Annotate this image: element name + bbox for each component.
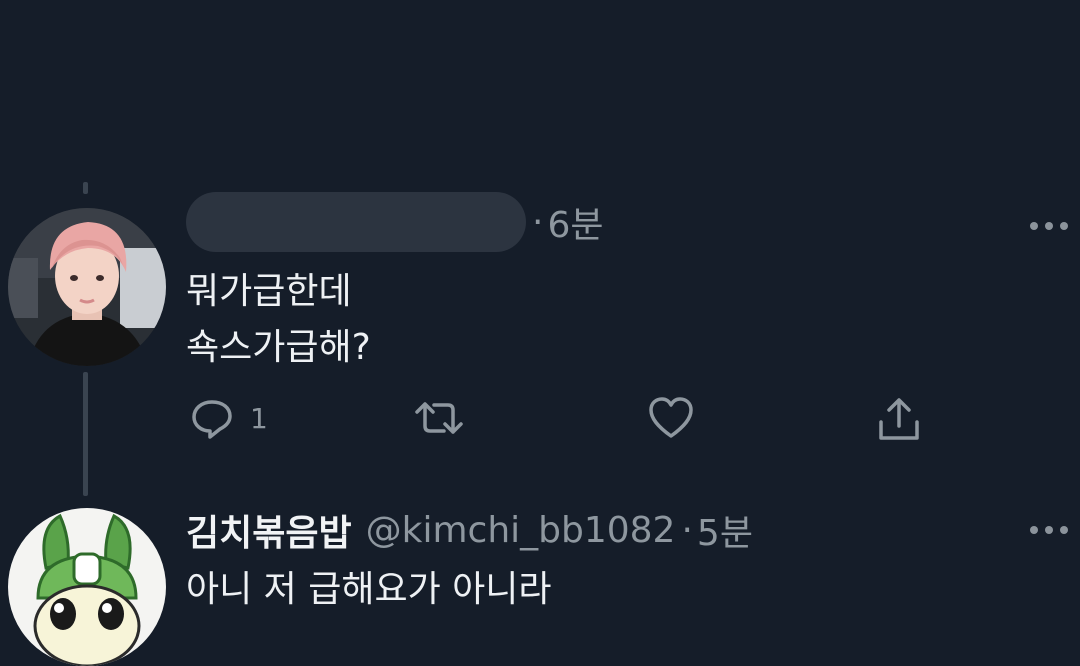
tweet-text-line: 쇽스가급해? [186,327,371,368]
thread-line-top [83,182,88,194]
avatar[interactable] [8,208,166,366]
display-name[interactable]: 김치볶음밥 [186,504,352,556]
tweet-actions: 1 [186,396,946,456]
tweet-text-line: 아니 저 급해요가 아니라 [186,569,552,610]
avatar-cartoon [8,508,166,666]
retweet-icon [415,402,463,434]
share-icon [879,398,919,440]
tweet-header: 김치볶음밥 @kimchi_bb1082 · 5분 [186,504,753,556]
thread-line [83,372,88,496]
reply-button[interactable]: 1 [190,396,268,440]
reply-icon [192,400,232,439]
tweet-time[interactable]: 5분 [697,504,753,556]
more-icon[interactable] [1030,222,1068,230]
share-button[interactable] [876,396,922,444]
tweet-time[interactable]: 6분 [547,196,603,248]
tweet-text: 뭐가급한데 쇽스가급해? [186,264,371,376]
separator-dot: · [532,201,544,243]
more-icon[interactable] [1030,526,1068,534]
tweet-header: · 6분 [186,192,603,252]
like-button[interactable] [648,396,694,440]
tweet-text: 아니 저 급해요가 아니라 [186,562,552,618]
heart-icon [649,397,693,438]
reply-count: 1 [250,401,268,435]
user-handle[interactable]: @kimchi_bb1082 [366,510,676,551]
avatar[interactable] [8,508,166,666]
redacted-username [186,192,526,252]
tweet-text-line: 뭐가급한데 [186,271,352,312]
avatar-photo [8,208,166,366]
separator-dot: · [681,509,693,551]
retweet-button[interactable] [414,396,464,440]
